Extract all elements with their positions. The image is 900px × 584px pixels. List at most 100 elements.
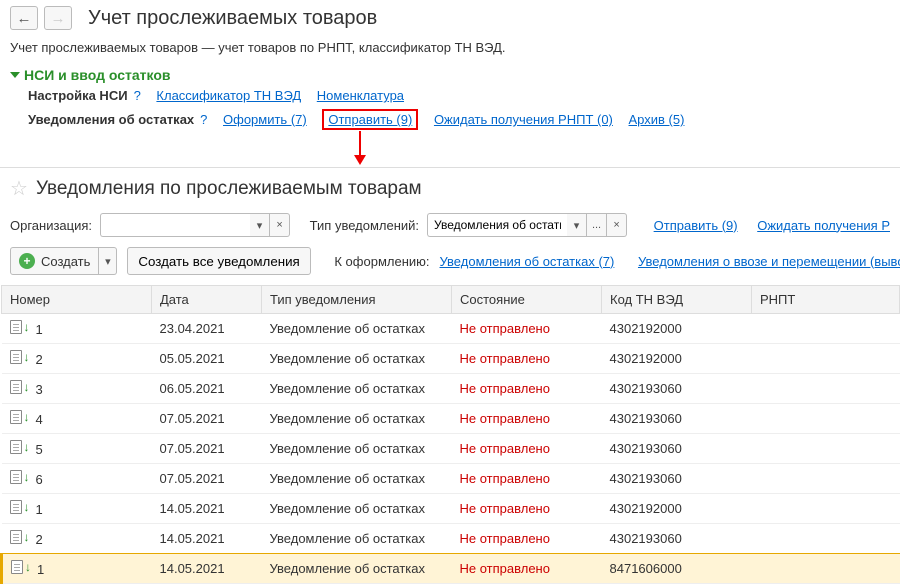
row-date: 07.05.2021: [152, 404, 262, 434]
link-send[interactable]: Отправить (9): [328, 112, 412, 127]
row-number: 6: [36, 472, 43, 487]
section-toggle[interactable]: НСИ и ввод остатков: [0, 65, 900, 85]
notices-label: Уведомления об остатках: [28, 112, 194, 127]
org-clear-button[interactable]: ×: [270, 213, 290, 237]
link-classifier[interactable]: Классификатор ТН ВЭД: [156, 88, 301, 103]
link-send-right[interactable]: Отправить (9): [654, 218, 738, 233]
row-number: 1: [36, 502, 43, 517]
help-icon[interactable]: ?: [134, 88, 141, 103]
type-clear-button[interactable]: ×: [607, 213, 627, 237]
row-date: 05.05.2021: [152, 344, 262, 374]
link-await-right[interactable]: Ожидать получения Р: [757, 218, 890, 233]
type-dropdown-button[interactable]: ▾: [567, 213, 587, 237]
row-number: 2: [36, 532, 43, 547]
document-icon: ↓: [10, 320, 30, 334]
link-await-rnpt[interactable]: Ожидать получения РНПТ (0): [434, 112, 613, 127]
notifications-table: НомерДатаТип уведомленияСостояниеКод ТН …: [0, 285, 900, 584]
row-code: 4302193060: [602, 434, 752, 464]
table-row[interactable]: ↓ 2 05.05.2021Уведомление об остаткахНе от…: [2, 344, 900, 374]
org-label: Организация:: [10, 218, 92, 233]
row-date: 14.05.2021: [152, 554, 262, 584]
pending-label: К оформлению:: [334, 254, 429, 269]
pending-link-2[interactable]: Уведомления о ввозе и перемещении (вывоз…: [638, 254, 900, 269]
row-rnpt: [752, 494, 900, 524]
create-all-button[interactable]: Создать все уведомления: [127, 247, 310, 275]
row-code: 4302193060: [602, 374, 752, 404]
page-subtitle: Учет прослеживаемых товаров — учет товар…: [0, 36, 900, 65]
document-icon: ↓: [11, 560, 31, 574]
row-state: Не отправлено: [452, 434, 602, 464]
create-button[interactable]: + Создать: [10, 247, 99, 275]
table-row[interactable]: ↓507.05.2021Уведомление об остаткахНе от…: [2, 434, 900, 464]
help-icon[interactable]: ?: [200, 112, 207, 127]
table-row[interactable]: ↓607.05.2021Уведомление об остаткахНе от…: [2, 464, 900, 494]
highlight-box: Отправить (9): [322, 109, 418, 130]
document-icon: ↓: [10, 410, 30, 424]
row-state: Не отправлено: [452, 344, 602, 374]
row-state: Не отправлено: [452, 494, 602, 524]
row-date: 23.04.2021: [152, 314, 262, 344]
row-number: 2: [36, 352, 43, 367]
table-row[interactable]: ↓123.04.2021Уведомление об остаткахНе от…: [2, 314, 900, 344]
subpage-title: Уведомления по прослеживаемым товарам: [36, 178, 422, 200]
row-type: Уведомление об остатках: [262, 554, 452, 584]
document-icon: ↓: [10, 470, 30, 484]
row-state: Не отправлено: [452, 554, 602, 584]
row-type: Уведомление об остатках: [262, 494, 452, 524]
column-header[interactable]: Тип уведомления: [262, 286, 452, 314]
document-icon: ↓: [10, 350, 30, 364]
table-row[interactable]: ↓214.05.2021Уведомление об остаткахНе от…: [2, 524, 900, 554]
table-row[interactable]: ↓306.05.2021Уведомление об остаткахНе от…: [2, 374, 900, 404]
row-date: 06.05.2021: [152, 374, 262, 404]
table-row[interactable]: ↓407.05.2021Уведомление об остаткахНе от…: [2, 404, 900, 434]
row-state: Не отправлено: [452, 314, 602, 344]
row-rnpt: [752, 344, 900, 374]
row-rnpt: [752, 524, 900, 554]
row-state: Не отправлено: [452, 524, 602, 554]
row-rnpt: [752, 374, 900, 404]
column-header[interactable]: Дата: [152, 286, 262, 314]
column-header[interactable]: Состояние: [452, 286, 602, 314]
row-type: Уведомление об остатках: [262, 344, 452, 374]
row-state: Не отправлено: [452, 374, 602, 404]
org-input[interactable]: [100, 213, 250, 237]
table-row[interactable]: ↓ 1 14.05.2021Уведомление об остаткахНе от…: [2, 554, 900, 584]
row-type: Уведомление об остатках: [262, 404, 452, 434]
type-label: Тип уведомлений:: [310, 218, 419, 233]
row-number: 1: [37, 562, 44, 577]
row-type: Уведомление об остатках: [262, 464, 452, 494]
row-type: Уведомление об остатках: [262, 524, 452, 554]
org-dropdown-button[interactable]: ▾: [250, 213, 270, 237]
chevron-down-icon: [10, 72, 20, 78]
link-archive[interactable]: Архив (5): [629, 112, 685, 127]
section-title: НСИ и ввод остатков: [24, 67, 170, 83]
link-process[interactable]: Оформить (7): [223, 112, 307, 127]
nav-back-button[interactable]: ←: [10, 6, 38, 30]
favorite-star-icon[interactable]: ☆: [10, 176, 28, 201]
callout-arrow-icon: [0, 133, 900, 165]
row-rnpt: [752, 404, 900, 434]
row-code: 4302192000: [602, 314, 752, 344]
table-row[interactable]: ↓114.05.2021Уведомление об остаткахНе от…: [2, 494, 900, 524]
pending-link-1[interactable]: Уведомления об остатках (7): [440, 254, 615, 269]
type-input[interactable]: [427, 213, 567, 237]
row-code: 4302193060: [602, 404, 752, 434]
column-header[interactable]: Код ТН ВЭД: [602, 286, 752, 314]
column-header[interactable]: РНПТ: [752, 286, 900, 314]
type-more-button[interactable]: ...: [587, 213, 607, 237]
column-header[interactable]: Номер: [2, 286, 152, 314]
create-dropdown-button[interactable]: ▾: [99, 247, 117, 275]
row-rnpt: [752, 464, 900, 494]
row-type: Уведомление об остатках: [262, 314, 452, 344]
row-code: 4302192000: [602, 494, 752, 524]
row-rnpt: [752, 434, 900, 464]
document-icon: ↓: [10, 530, 30, 544]
row-rnpt: [752, 554, 900, 584]
row-code: 4302193060: [602, 524, 752, 554]
link-nomenclature[interactable]: Номенклатура: [317, 88, 404, 103]
plus-icon: +: [19, 253, 35, 269]
row-code: 4302193060: [602, 464, 752, 494]
nav-forward-button[interactable]: →: [44, 6, 72, 30]
document-icon: ↓: [10, 440, 30, 454]
row-date: 07.05.2021: [152, 464, 262, 494]
